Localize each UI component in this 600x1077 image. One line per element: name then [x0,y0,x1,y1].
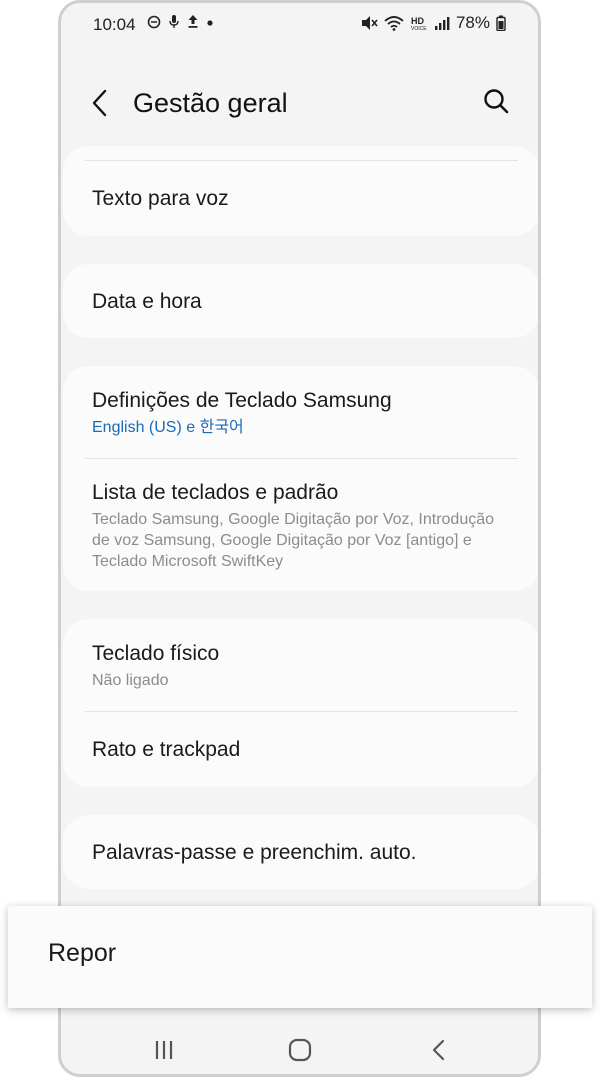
item-physical-keyboard[interactable]: Teclado físico Não ligado [92,640,516,691]
mic-icon [169,15,179,28]
mute-icon [361,16,378,30]
item-samsung-keyboard[interactable]: Definições de Teclado Samsung English (U… [92,387,516,438]
status-left-icons [147,14,214,29]
card-input-devices: Teclado físico Não ligado Rato e trackpa… [63,619,538,787]
back-nav-icon[interactable] [424,1035,454,1065]
divider [85,458,518,459]
back-arrow-icon[interactable] [85,85,117,121]
item-subtitle: Teclado Samsung, Google Digitação por Vo… [92,511,495,570]
card-datetime: Data e hora [63,264,538,338]
item-title: Rato e trackpad [92,738,241,761]
navigation-bar [61,1023,538,1074]
item-title: Texto para voz [92,187,229,210]
battery-icon [496,15,506,31]
divider [85,711,518,712]
item-subtitle: Não ligado [92,672,169,689]
item-title: Definições de Teclado Samsung [92,389,392,412]
search-icon[interactable] [480,85,514,119]
hd-voice-icon: HD VOICE [411,16,427,31]
battery-percent: 78% [455,13,490,32]
recents-icon[interactable] [149,1035,179,1065]
reset-label: Repor [48,939,117,967]
card-passwords: Palavras-passe e preenchim. auto. [63,815,538,889]
minus-circle-icon [147,15,161,28]
dot-icon [207,19,213,26]
signal-icon [434,17,450,30]
page-title: Gestão geral [133,88,288,118]
item-keyboard-list[interactable]: Lista de teclados e padrão Teclado Samsu… [92,479,516,572]
status-time: 10:04 [93,15,136,34]
wifi-icon [384,16,404,31]
item-mouse-trackpad[interactable]: Rato e trackpad [92,736,516,764]
item-text-to-speech[interactable]: Texto para voz [92,185,516,213]
status-bar: 10:04 HD VOICE 78% [61,3,538,47]
reset-item-highlight[interactable]: Repor [8,906,592,1008]
card-tts: Texto para voz [63,146,538,236]
app-bar: Gestão geral [61,73,538,133]
item-date-time[interactable]: Data e hora [92,288,516,316]
item-passwords-autofill[interactable]: Palavras-passe e preenchim. auto. [92,839,516,867]
status-right-icons: HD VOICE 78% [360,13,506,33]
item-title: Teclado físico [92,642,220,665]
item-title: Palavras-passe e preenchim. auto. [92,841,417,864]
card-keyboards: Definições de Teclado Samsung English (U… [63,366,538,591]
home-icon[interactable] [285,1035,315,1065]
svg-text:VOICE: VOICE [411,26,427,31]
item-title: Lista de teclados e padrão [92,481,339,504]
divider [85,160,518,161]
item-subtitle: English (US) e 한국어 [92,419,244,436]
svg-text:HD: HD [411,16,424,26]
item-title: Data e hora [92,290,202,313]
upload-icon [188,15,198,28]
